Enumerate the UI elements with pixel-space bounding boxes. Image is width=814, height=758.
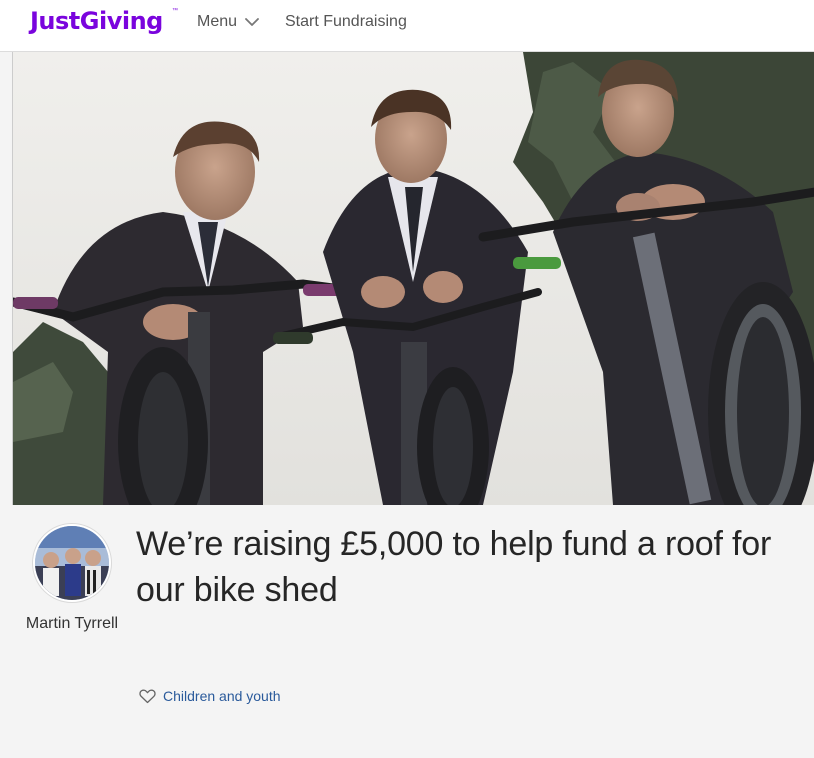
site-header: JustGiving ™ Menu Start Fundraising (0, 0, 814, 52)
category-label: Children and youth (163, 688, 281, 704)
chevron-down-icon (245, 15, 259, 29)
fundraiser-summary: Martin Tyrrell We’re raising £5,000 to h… (0, 505, 814, 758)
start-fundraising-link[interactable]: Start Fundraising (285, 11, 407, 33)
menu-button[interactable]: Menu (197, 11, 259, 33)
page-title: We’re raising £5,000 to help fund a roof… (136, 525, 772, 609)
menu-label: Menu (197, 13, 238, 30)
owner-avatar[interactable] (33, 524, 111, 602)
heart-icon (139, 689, 156, 704)
hero-photo (13, 52, 814, 505)
justgiving-logo[interactable]: JustGiving (30, 6, 163, 36)
category-link[interactable]: Children and youth (139, 688, 281, 704)
hero-image (12, 52, 814, 505)
owner-name[interactable]: Martin Tyrrell (20, 612, 124, 636)
avatar-photo (35, 526, 109, 600)
logo-trademark: ™ (172, 8, 178, 14)
